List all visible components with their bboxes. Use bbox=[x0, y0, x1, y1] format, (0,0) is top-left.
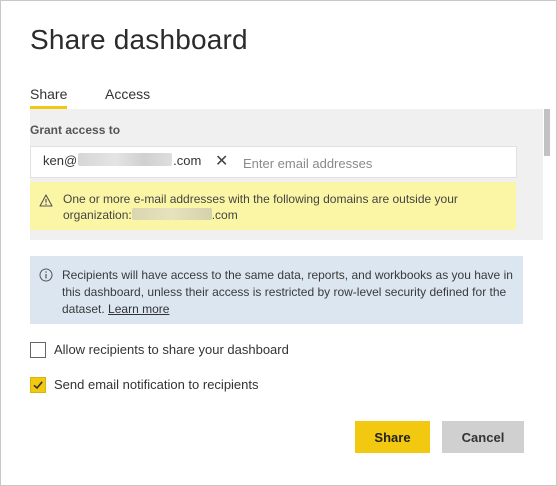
external-domain-warning: One or more e-mail addresses with the fo… bbox=[30, 182, 516, 230]
share-dialog: Share dashboard Share Access Grant acces… bbox=[0, 0, 557, 486]
remove-chip-icon[interactable]: ✕ bbox=[215, 151, 228, 171]
email-input[interactable] bbox=[241, 152, 510, 174]
grant-access-panel: Grant access to ken@ .com ✕ One or more e… bbox=[30, 109, 543, 240]
tab-share[interactable]: Share bbox=[30, 86, 68, 109]
access-info-banner: Recipients will have access to the same … bbox=[30, 256, 523, 324]
tab-access[interactable]: Access bbox=[105, 86, 150, 102]
checkmark-icon bbox=[33, 381, 43, 390]
redacted-domain bbox=[131, 208, 212, 220]
warning-text-main: One or more e-mail addresses with the fo… bbox=[63, 192, 458, 222]
email-notification-label[interactable]: Send email notification to recipients bbox=[54, 377, 259, 392]
scrollbar-thumb[interactable] bbox=[544, 109, 550, 156]
warning-text-domain: .com bbox=[211, 208, 238, 222]
email-recipient-box[interactable]: ken@ .com ✕ bbox=[30, 146, 517, 178]
share-button[interactable]: Share bbox=[355, 421, 430, 453]
grant-access-label: Grant access to bbox=[30, 123, 121, 137]
dialog-title: Share dashboard bbox=[30, 24, 248, 55]
email-chip-suffix: .com bbox=[173, 153, 202, 168]
info-icon bbox=[39, 268, 53, 287]
email-chip: ken@ .com bbox=[43, 153, 201, 168]
warning-triangle-icon bbox=[39, 194, 53, 212]
learn-more-link[interactable]: Learn more bbox=[108, 302, 169, 316]
allow-reshare-label[interactable]: Allow recipients to share your dashboard bbox=[54, 342, 289, 357]
warning-message: One or more e-mail addresses with the fo… bbox=[63, 191, 503, 223]
cancel-button[interactable]: Cancel bbox=[442, 421, 524, 453]
email-chip-prefix: ken@ bbox=[43, 153, 78, 168]
redacted-domain bbox=[78, 153, 173, 166]
email-notification-checkbox[interactable] bbox=[30, 377, 46, 393]
info-message: Recipients will have access to the same … bbox=[62, 267, 517, 318]
allow-reshare-checkbox[interactable] bbox=[30, 342, 46, 358]
